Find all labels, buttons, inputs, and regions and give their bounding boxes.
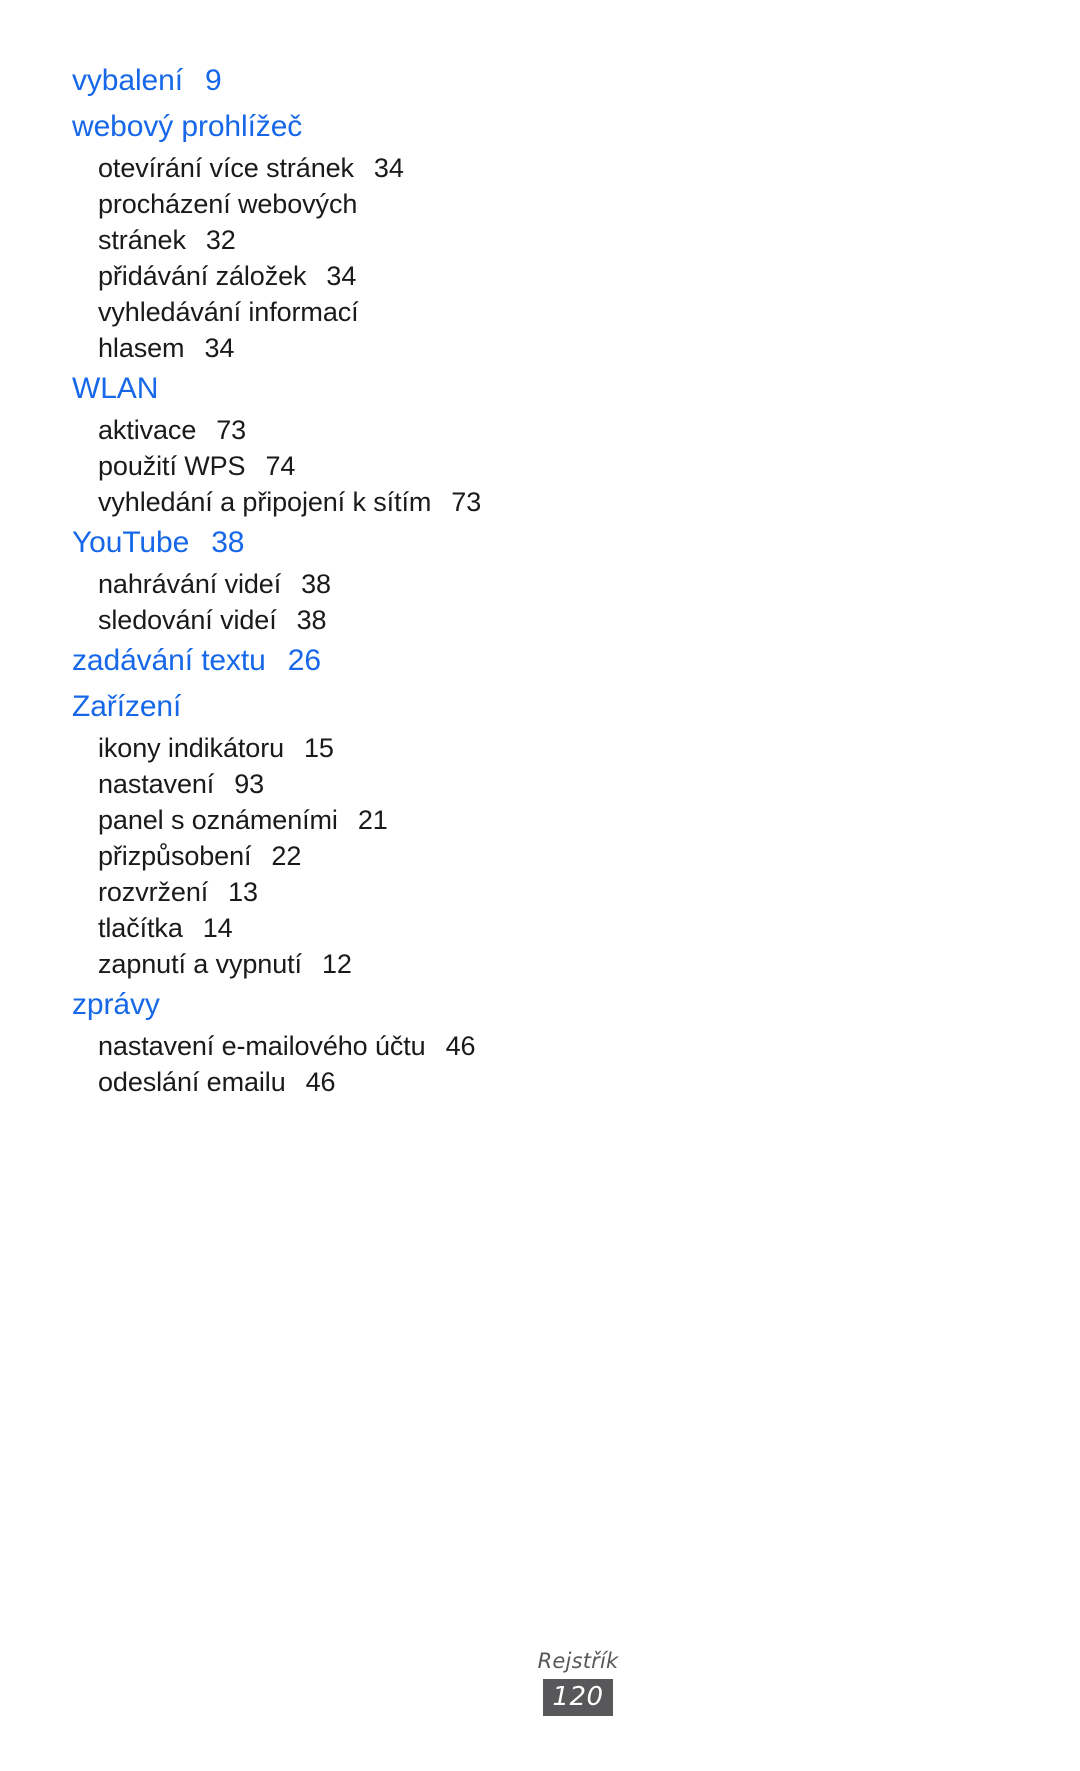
index-entry[interactable]: rozvržení 13	[72, 874, 502, 910]
index-entry-label: nastavení	[98, 769, 215, 799]
index-entry-label: vyhledání a připojení k sítím	[98, 487, 432, 517]
index-entry-label: přizpůsobení	[98, 841, 252, 871]
index-entry-page-number: 14	[202, 913, 233, 943]
index-entry[interactable]: zapnutí a vypnutí 12	[72, 946, 502, 982]
index-entry-page-number: 74	[265, 451, 296, 481]
index-entry-page-number: 34	[373, 153, 404, 183]
index-heading[interactable]: webový prohlížeč	[72, 104, 502, 150]
footer-inner: Rejstřík 120	[538, 1648, 619, 1716]
index-entry-label: aktivace	[98, 415, 197, 445]
index-entry[interactable]: vyhledání a připojení k sítím 73	[72, 484, 502, 520]
index-entry-page-number: 12	[321, 949, 352, 979]
index-entry-page-number: 73	[451, 487, 482, 517]
index-entry-label: tlačítka	[98, 913, 183, 943]
index-heading-label: YouTube	[72, 526, 190, 559]
index-group: Zařízení ikony indikátoru 15 nastavení 93 pan…	[72, 684, 502, 982]
index-entry-page-number: 38	[301, 569, 331, 599]
index-entry[interactable]: panel s oznámeními 21	[72, 802, 502, 838]
index-group: zprávy nastavení e-mailového účtu 46 odeslá…	[72, 982, 502, 1100]
index-entry-label: přidávání záložek	[98, 261, 307, 291]
index-entry-page-number: 22	[271, 841, 302, 871]
index-entry-page-number: 93	[234, 769, 265, 799]
index-entry[interactable]: otevírání více stránek 34	[72, 150, 502, 186]
index-entry-label: odeslání emailu	[98, 1067, 286, 1097]
index-page: vybalení 9 webový prohlížeč otevírání více …	[0, 0, 1080, 1771]
index-entry-page-number: 38	[296, 605, 327, 635]
index-heading[interactable]: zprávy	[72, 982, 502, 1028]
footer-section-title: Rejstřík	[537, 1649, 619, 1673]
index-entry-label: rozvržení	[98, 877, 209, 907]
index-entry[interactable]: odeslání emailu 46	[72, 1064, 502, 1100]
index-column: vybalení 9 webový prohlížeč otevírání více …	[72, 58, 502, 1100]
index-group: vybalení 9	[72, 58, 502, 104]
index-entry[interactable]: použití WPS 74	[72, 448, 502, 484]
index-entry-page-number: 46	[305, 1067, 336, 1097]
index-group: zadávání textu 26	[72, 638, 502, 684]
index-entry-label: použití WPS	[98, 451, 246, 481]
index-entry-label: nahrávání videí	[98, 569, 282, 599]
index-entry[interactable]: sledování videí 38	[72, 602, 502, 638]
index-heading-page-number: 38	[211, 526, 245, 559]
index-heading[interactable]: WLAN	[72, 366, 502, 412]
index-heading[interactable]: Zařízení	[72, 684, 502, 730]
index-entry[interactable]: ikony indikátoru 15	[72, 730, 502, 766]
index-entry-page-number: 13	[228, 877, 258, 907]
index-heading-page-number: 9	[204, 64, 222, 97]
index-group: webový prohlížeč otevírání více stránek 34…	[72, 104, 502, 366]
index-entry[interactable]: přizpůsobení 22	[72, 838, 502, 874]
index-entry-page-number: 46	[445, 1031, 476, 1061]
index-entry[interactable]: přidávání záložek 34	[72, 258, 502, 294]
index-entry-label: sledování videí	[98, 605, 277, 635]
index-heading-label: Zařízení	[72, 690, 182, 723]
index-entry-page-number: 15	[304, 733, 334, 763]
index-entry-label: otevírání více stránek	[98, 153, 354, 183]
index-entry-label: panel s oznámeními	[98, 805, 338, 835]
index-entry-page-number: 73	[216, 415, 247, 445]
index-entry[interactable]: procházení webových stránek 32	[72, 186, 502, 258]
index-entry-label: zapnutí a vypnutí	[98, 949, 302, 979]
index-entry[interactable]: aktivace 73	[72, 412, 502, 448]
index-heading[interactable]: YouTube 38	[72, 520, 502, 566]
index-entry-page-number: 32	[205, 225, 236, 255]
index-heading[interactable]: vybalení 9	[72, 58, 502, 104]
index-entry[interactable]: nastavení e-mailového účtu 46	[72, 1028, 502, 1064]
index-group: YouTube 38 nahrávání videí 38 sledování vide…	[72, 520, 502, 638]
index-heading-label: zadávání textu	[72, 644, 266, 677]
index-group: WLAN aktivace 73 použití WPS 74 vyhledání a p…	[72, 366, 502, 520]
index-heading-label: webový prohlížeč	[72, 110, 303, 143]
index-entry-page-number: 34	[204, 333, 235, 363]
index-entry-label: nastavení e-mailového účtu	[98, 1031, 426, 1061]
index-entry[interactable]: tlačítka 14	[72, 910, 502, 946]
page-footer: Rejstřík 120	[0, 1648, 1080, 1716]
index-entry[interactable]: vyhledávání informací hlasem 34	[72, 294, 502, 366]
index-heading-page-number: 26	[287, 644, 321, 677]
index-entry-page-number: 21	[357, 805, 388, 835]
index-heading-label: zprávy	[72, 988, 160, 1021]
index-entry-page-number: 34	[326, 261, 357, 291]
index-entry[interactable]: nastavení 93	[72, 766, 502, 802]
footer-page-number: 120	[543, 1679, 613, 1716]
index-entry-label: ikony indikátoru	[98, 733, 285, 763]
index-entry[interactable]: nahrávání videí 38	[72, 566, 502, 602]
index-heading-label: WLAN	[72, 372, 159, 405]
index-heading-label: vybalení	[72, 64, 183, 97]
index-heading[interactable]: zadávání textu 26	[72, 638, 502, 684]
